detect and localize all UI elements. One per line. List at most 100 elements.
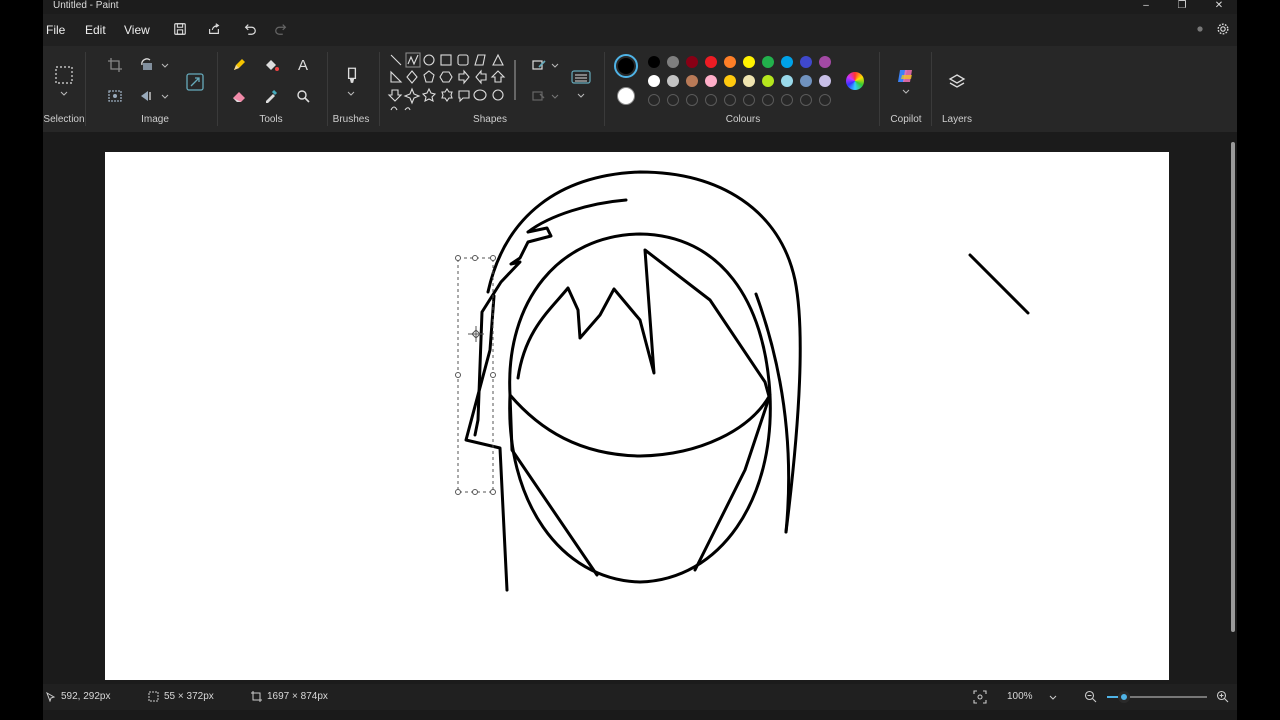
layers-icon[interactable] (947, 72, 967, 92)
shape-outline-button[interactable] (529, 56, 549, 74)
resize-button[interactable] (183, 70, 207, 94)
ribbon-divider (604, 52, 605, 126)
custom-colour-slot[interactable] (648, 94, 660, 106)
rectangle-select-icon[interactable] (54, 65, 74, 85)
chevron-down-icon[interactable] (161, 93, 169, 101)
colour-swatch[interactable] (667, 75, 679, 87)
colour-swatch[interactable] (648, 75, 660, 87)
vertical-scrollbar[interactable] (1231, 136, 1235, 676)
tools-group-label: Tools (259, 114, 283, 125)
custom-colour-slot[interactable] (667, 94, 679, 106)
custom-colour-slot[interactable] (819, 94, 831, 106)
paint-bucket-icon (266, 60, 279, 71)
undo-icon[interactable] (243, 22, 257, 36)
file-menu[interactable]: File (46, 23, 65, 37)
custom-colour-slot[interactable] (724, 94, 736, 106)
selection-group-label: Selection (43, 114, 85, 125)
colour-swatch[interactable] (648, 56, 660, 68)
colour-swatch[interactable] (762, 56, 774, 68)
redo-icon[interactable] (274, 22, 288, 36)
secondary-colour[interactable] (617, 87, 635, 105)
shapes-scrollbar[interactable] (514, 60, 516, 100)
zoom-slider-thumb[interactable] (1118, 691, 1130, 703)
shapes-gallery[interactable] (387, 52, 511, 112)
magnifier-tool[interactable] (293, 87, 313, 105)
custom-colour-slot[interactable] (705, 94, 717, 106)
colour-swatch[interactable] (686, 75, 698, 87)
close-button[interactable]: ✕ (1204, 0, 1234, 12)
drawing-canvas[interactable] (105, 152, 1169, 680)
crop-button[interactable] (105, 56, 125, 74)
colour-swatch[interactable] (781, 56, 793, 68)
pencil-tool[interactable] (229, 56, 249, 74)
colour-swatch[interactable] (781, 75, 793, 87)
zoom-dropdown[interactable]: 100% (1001, 687, 1063, 707)
up-arrow-shape-icon (490, 70, 506, 83)
flip-button[interactable] (137, 87, 157, 105)
zoom-in-icon[interactable] (1216, 690, 1229, 703)
colour-swatch[interactable] (705, 56, 717, 68)
colour-swatch[interactable] (667, 56, 679, 68)
more-shapes-icon (390, 106, 411, 111)
selection-handle (455, 255, 461, 261)
chevron-down-icon[interactable] (161, 62, 169, 70)
chevron-down-icon[interactable] (347, 90, 355, 98)
ribbon-divider (379, 52, 380, 126)
colour-swatch[interactable] (743, 75, 755, 87)
restore-button[interactable]: ❐ (1167, 0, 1197, 12)
hexagon-shape-icon (439, 71, 453, 83)
zoom-slider[interactable] (1107, 691, 1207, 703)
account-icon[interactable] (1193, 22, 1207, 36)
rotate-button[interactable] (137, 56, 157, 74)
scrollbar-thumb[interactable] (1231, 142, 1235, 632)
settings-gear-icon[interactable] (1216, 22, 1230, 36)
custom-colour-slot[interactable] (800, 94, 812, 106)
chevron-down-icon[interactable] (902, 88, 910, 96)
colour-swatch[interactable] (800, 75, 812, 87)
colour-picker-tool[interactable] (261, 87, 281, 105)
share-icon[interactable] (207, 22, 221, 36)
custom-colour-slot[interactable] (762, 94, 774, 106)
colour-swatch[interactable] (819, 56, 831, 68)
colour-swatch[interactable] (686, 56, 698, 68)
colour-swatch[interactable] (705, 75, 717, 87)
flip-icon (141, 91, 151, 101)
remove-background-button[interactable] (105, 87, 125, 105)
chevron-down-icon[interactable] (551, 93, 559, 101)
zoom-out-icon[interactable] (1084, 690, 1097, 703)
four-point-star-shape-icon (403, 87, 421, 105)
shape-fill-button[interactable] (529, 87, 549, 105)
eraser-tool[interactable] (229, 87, 249, 105)
custom-colour-slot[interactable] (781, 94, 793, 106)
primary-colour-ring[interactable] (614, 54, 638, 78)
view-menu[interactable]: View (124, 23, 150, 37)
brushes-button[interactable] (341, 64, 363, 86)
right-arrow-shape-icon (458, 69, 470, 85)
copilot-icon[interactable] (896, 66, 916, 86)
chevron-down-icon[interactable] (551, 62, 559, 70)
colour-swatch[interactable] (743, 56, 755, 68)
magnifier-icon (297, 90, 310, 103)
stray-line-stroke (968, 253, 1030, 315)
eraser-icon (233, 92, 245, 102)
custom-colour-slot[interactable] (743, 94, 755, 106)
fit-to-window-icon[interactable] (973, 690, 987, 704)
save-icon[interactable] (173, 22, 187, 36)
ribbon-divider (327, 52, 328, 126)
rounded-callout-shape-icon (458, 90, 470, 103)
brushes-group-label: Brushes (332, 114, 370, 125)
fill-tool[interactable] (261, 56, 281, 74)
edit-menu[interactable]: Edit (85, 23, 106, 37)
chevron-down-icon[interactable] (577, 92, 585, 100)
text-tool[interactable]: A (293, 56, 313, 74)
custom-colour-slot[interactable] (686, 94, 698, 106)
colour-swatch[interactable] (724, 56, 736, 68)
colour-swatch[interactable] (762, 75, 774, 87)
minimize-button[interactable]: – (1131, 0, 1161, 12)
line-size-button[interactable] (569, 66, 593, 88)
edit-colours-button[interactable] (846, 72, 864, 90)
colour-swatch[interactable] (819, 75, 831, 87)
chevron-down-icon[interactable] (60, 90, 68, 98)
colour-swatch[interactable] (724, 75, 736, 87)
colour-swatch[interactable] (800, 56, 812, 68)
